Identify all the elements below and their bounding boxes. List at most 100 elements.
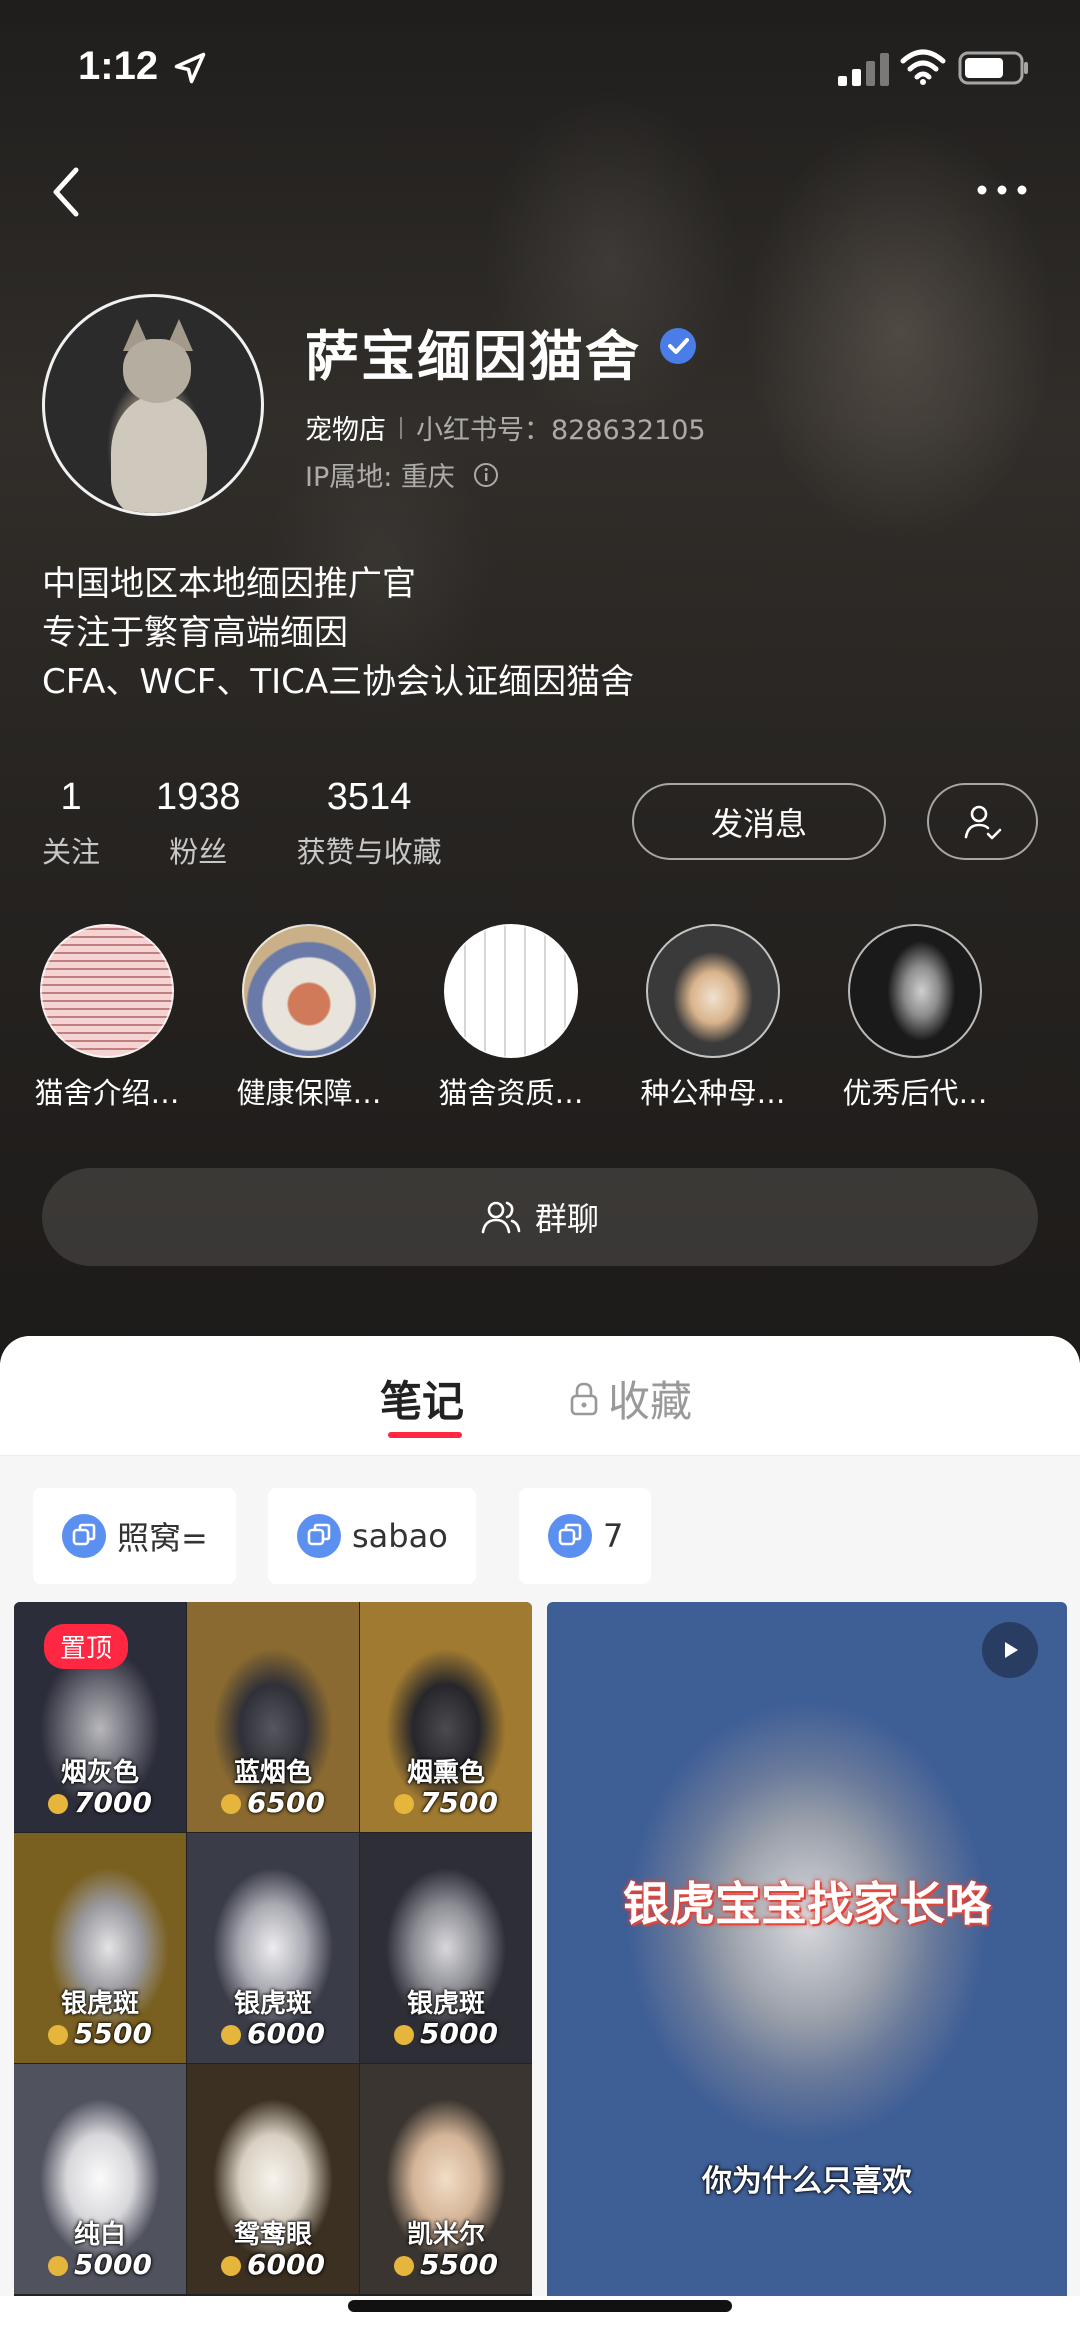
- kitten-name: 银虎斑: [406, 1989, 485, 2019]
- location-arrow-icon: [174, 52, 206, 84]
- top-navigation: [0, 140, 1080, 240]
- highlight-cover: [646, 924, 780, 1058]
- video-play-badge: [982, 1622, 1038, 1678]
- stat-value: 3514: [326, 776, 412, 818]
- ip-location-row: IP属地: 重庆: [305, 455, 499, 494]
- coin-icon: [48, 2025, 69, 2045]
- bio-line: 中国地区本地缅因推广官: [42, 564, 416, 604]
- send-message-button[interactable]: 发消息: [632, 783, 886, 860]
- note-card-pinned[interactable]: 置顶 烟灰色 7000 蓝烟色 6500 烟熏色 7500 银虎斑 5500 银…: [14, 1602, 532, 2302]
- kitten-name: 烟熏色: [406, 1758, 485, 1788]
- stat-following[interactable]: 1 关注: [42, 776, 100, 871]
- more-options-icon[interactable]: [970, 170, 1034, 210]
- active-tab-indicator: [388, 1432, 462, 1438]
- coin-icon: [48, 2256, 69, 2276]
- back-arrow-icon[interactable]: [40, 160, 100, 224]
- stat-value: 1938: [156, 776, 241, 818]
- coin-icon: [48, 1794, 69, 1814]
- avatar[interactable]: [42, 294, 264, 516]
- status-time: 1:12: [78, 44, 159, 88]
- collection-icon: [297, 1514, 341, 1558]
- coin-icon: [221, 2025, 242, 2045]
- kitten-cell: 凯米尔 5500: [360, 2064, 532, 2294]
- highlight-item[interactable]: 优秀后代…: [825, 924, 1005, 1112]
- highlight-cover: [242, 924, 376, 1058]
- coin-icon: [394, 2256, 415, 2276]
- collection-chips: 照窝= sabao 7: [0, 1480, 1080, 1590]
- highlight-albums: 猫舍介绍… 健康保障… 猫舍资质… 种公种母… 优秀后代…: [0, 924, 1080, 1124]
- stat-label: 关注: [42, 835, 101, 869]
- highlight-label: 优秀后代…: [842, 1076, 988, 1110]
- kitten-name: 鸳鸯眼: [233, 2220, 312, 2250]
- profile-name: 萨宝缅因猫舍: [305, 325, 641, 388]
- note-card-video[interactable]: 银虎宝宝找家长咯 你为什么只喜欢: [547, 1602, 1067, 2302]
- meta-divider: [400, 416, 402, 439]
- kitten-price: 6000: [187, 2248, 359, 2281]
- coin-icon: [221, 2256, 242, 2276]
- stat-label: 获赞与收藏: [296, 835, 442, 869]
- kitten-name: 银虎斑: [233, 1989, 312, 2019]
- kitten-price-value: 6500: [247, 1786, 325, 1819]
- play-icon: [1005, 1642, 1018, 1658]
- following-button[interactable]: [927, 783, 1038, 860]
- kitten-name: 蓝烟色: [233, 1758, 312, 1788]
- kitten-price-value: 6000: [247, 2248, 325, 2281]
- collection-chip[interactable]: sabao: [268, 1488, 476, 1584]
- profile-bio: 中国地区本地缅因推广官 专注于繁育高端缅因 CFA、WCF、TICA三协会认证缅…: [42, 560, 634, 707]
- collection-icon: [548, 1514, 592, 1558]
- highlight-item[interactable]: 猫舍资质…: [421, 924, 601, 1112]
- verified-badge-icon: [660, 328, 696, 364]
- notes-feed: 置顶 烟灰色 7000 蓝烟色 6500 烟熏色 7500 银虎斑 5500 银…: [0, 1602, 1080, 2337]
- highlight-item[interactable]: 猫舍介绍…: [17, 924, 197, 1112]
- highlight-label: 健康保障…: [236, 1076, 382, 1110]
- kitten-price-value: 5000: [420, 2017, 498, 2050]
- tab-notes[interactable]: 笔记: [380, 1368, 464, 1429]
- kitten-price: 6000: [187, 2017, 359, 2050]
- highlight-label: 猫舍介绍…: [34, 1076, 180, 1110]
- collection-chip[interactable]: 7: [519, 1488, 652, 1584]
- kitten-price-value: 7000: [74, 1786, 152, 1819]
- stat-followers[interactable]: 1938 粉丝: [156, 776, 241, 871]
- kitten-price: 6500: [187, 1786, 359, 1819]
- status-bar: 1:12: [0, 0, 1080, 130]
- highlight-cover: [848, 924, 982, 1058]
- collection-chip[interactable]: 照窝=: [33, 1488, 236, 1584]
- video-subtitle: 你为什么只喜欢: [702, 2164, 912, 2199]
- kitten-price: 5000: [14, 2248, 186, 2281]
- kitten-price: 7000: [14, 1786, 186, 1819]
- kitten-cell: 蓝烟色 6500: [187, 1602, 359, 1832]
- highlight-item[interactable]: 健康保障…: [219, 924, 399, 1112]
- highlight-item[interactable]: 种公种母…: [623, 924, 803, 1112]
- home-indicator[interactable]: [348, 2300, 732, 2312]
- kitten-cell: 烟熏色 7500: [360, 1602, 532, 1832]
- profile-tabs: 笔记 收藏: [0, 1336, 1080, 1456]
- kitten-price: 5500: [14, 2017, 186, 2050]
- collection-label: 照窝=: [117, 1519, 208, 1557]
- profile-category: 宠物店: [305, 415, 386, 446]
- highlight-label: 猫舍资质…: [438, 1076, 584, 1110]
- kitten-price: 5500: [360, 2248, 532, 2281]
- kitten-name: 烟灰色: [60, 1758, 139, 1788]
- content-sheet: 笔记 收藏 照窝= sabao 7 置顶 烟灰色 7000 蓝烟色 6500 烟…: [0, 1336, 1080, 2337]
- kitten-name: 凯米尔: [406, 2220, 485, 2250]
- redbook-id[interactable]: 小红书号：828632105: [416, 408, 706, 447]
- kitten-price: 7500: [360, 1786, 532, 1819]
- info-icon[interactable]: [473, 462, 499, 488]
- kitten-cell: 银虎斑 5500: [14, 1833, 186, 2063]
- tab-favorites-label: 收藏: [608, 1377, 693, 1426]
- tab-favorites[interactable]: 收藏: [568, 1368, 692, 1429]
- collection-label: sabao: [352, 1517, 448, 1555]
- profile-meta: 宠物店 小红书号：828632105: [305, 408, 706, 447]
- battery-icon: [958, 51, 1028, 85]
- kitten-price-value: 5500: [74, 2017, 152, 2050]
- stat-likes-favorites[interactable]: 3514 获赞与收藏: [297, 776, 442, 871]
- cellular-signal-icon: [838, 53, 889, 86]
- group-chat-button[interactable]: 群聊: [42, 1168, 1038, 1266]
- user-check-icon: [964, 805, 1001, 839]
- kitten-cell: 纯白 5000: [14, 2064, 186, 2294]
- lock-icon: [570, 1382, 598, 1415]
- coin-icon: [394, 2025, 415, 2045]
- profile-stats: 1 关注 1938 粉丝 3514 获赞与收藏: [42, 776, 498, 871]
- group-chat-label: 群聊: [534, 1200, 599, 1238]
- kitten-price-value: 6000: [247, 2017, 325, 2050]
